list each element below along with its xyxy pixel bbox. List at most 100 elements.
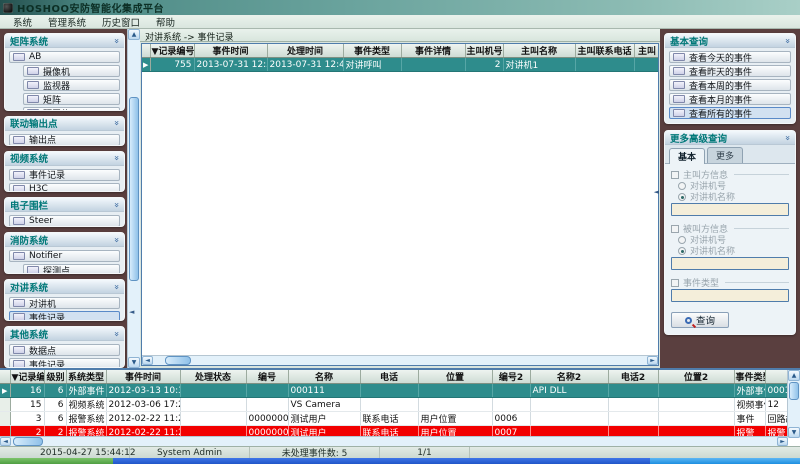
sidebar-item[interactable]: 预置位 — [23, 107, 120, 111]
global-table-vscrollbar[interactable]: ▲ ▼ — [787, 370, 800, 438]
query-shortcut-item[interactable]: 查看所有的事件 — [669, 107, 791, 119]
callee-name-input[interactable] — [671, 257, 789, 270]
column-header[interactable]: 编号2 — [492, 370, 530, 384]
scroll-right-icon[interactable]: ► — [777, 437, 788, 446]
column-header[interactable]: 电话 — [360, 370, 418, 384]
column-header[interactable]: 主叫联系电话 — [575, 44, 634, 58]
column-header[interactable]: 位置2 — [658, 370, 734, 384]
collapse-icon[interactable]: » — [783, 135, 791, 141]
callee-name-label: 对讲机名称 — [690, 244, 735, 257]
column-header[interactable]: 级别 — [44, 370, 66, 384]
scrollbar-track[interactable] — [788, 381, 800, 427]
scrollbar-thumb[interactable] — [789, 382, 799, 400]
column-header[interactable]: 事件类型 — [343, 44, 401, 58]
panel-header[interactable]: 联动输出点» — [5, 117, 124, 131]
global-table-hscrollbar[interactable]: ◄ ► — [0, 436, 788, 446]
scroll-left-icon[interactable]: ◄ — [0, 437, 11, 446]
column-header[interactable]: 名称2 — [530, 370, 608, 384]
column-header[interactable] — [765, 370, 788, 384]
menu-item[interactable]: 管理系统 — [41, 14, 93, 30]
sidebar-item[interactable]: 矩阵 — [23, 93, 120, 105]
menu-item[interactable]: 系统 — [6, 14, 39, 30]
collapse-icon[interactable]: » — [112, 155, 120, 161]
table-row[interactable]: 156视频系统2012-03-06 17:26:34VS Camera视频事件1… — [0, 398, 788, 412]
column-header[interactable]: 名称 — [288, 370, 360, 384]
scrollbar-track[interactable] — [11, 437, 777, 446]
column-header[interactable]: 事件时间 — [106, 370, 180, 384]
table-row[interactable]: ▶166外部事件2012-03-13 10:38:04000111API DLL… — [0, 384, 788, 398]
tab-basic[interactable]: 基本 — [669, 148, 705, 164]
collapse-icon[interactable]: » — [112, 237, 120, 243]
collapse-icon[interactable]: » — [112, 120, 120, 126]
query-shortcut-item[interactable]: 查看昨天的事件 — [669, 65, 791, 77]
query-shortcut-item[interactable]: 查看本月的事件 — [669, 93, 791, 105]
sidebar-item[interactable]: Steer — [9, 215, 120, 227]
collapse-icon[interactable]: » — [112, 331, 120, 337]
scrollbar-thumb[interactable] — [129, 97, 139, 281]
panel-header[interactable]: 更多高级查询 » — [665, 131, 795, 145]
event-table-hscrollbar[interactable]: ◄ ► — [142, 355, 658, 365]
sidebar-item[interactable]: Notifier — [9, 250, 120, 262]
query-shortcut-item[interactable]: 查看今天的事件 — [669, 51, 791, 63]
query-button[interactable]: 查询 — [671, 312, 729, 328]
event-type-input[interactable] — [671, 289, 789, 302]
tab-more[interactable]: 更多 — [707, 147, 743, 163]
panel-header[interactable]: 电子围栏» — [5, 198, 124, 212]
column-header[interactable]: 主叫 — [634, 44, 659, 58]
query-panel-collapse-icon[interactable]: ◄ — [654, 189, 659, 196]
column-header[interactable]: 事件详情 — [401, 44, 465, 58]
sidebar-item[interactable]: 事件记录 — [9, 169, 120, 181]
caller-name-input[interactable] — [671, 203, 789, 216]
scroll-left-icon[interactable]: ◄ — [142, 356, 153, 365]
magnifier-icon — [685, 317, 692, 324]
collapse-icon[interactable]: » — [112, 284, 120, 290]
sidebar-item[interactable]: 输出点 — [9, 134, 120, 146]
sidebar-item[interactable]: 摄像机 — [23, 65, 120, 77]
panel-header[interactable]: 其他系统» — [5, 327, 124, 341]
scrollbar-track[interactable] — [153, 356, 647, 365]
sidebar-item[interactable]: H3C — [9, 183, 120, 193]
menu-item[interactable]: 历史窗口 — [95, 14, 147, 30]
sidebar-item[interactable]: 对讲机 — [9, 297, 120, 309]
table-row[interactable]: ▶7552013-07-31 12:39:132013-07-31 12:42:… — [142, 58, 659, 72]
column-header[interactable]: 编号 — [246, 370, 288, 384]
column-header[interactable]: 系统类型 — [66, 370, 106, 384]
panel-header[interactable]: 视频系统» — [5, 152, 124, 166]
panel-header[interactable]: 基本查询 » — [665, 34, 795, 48]
collapse-icon[interactable]: » — [112, 38, 120, 44]
sidebar-scrollbar[interactable]: ▲ ▼ — [127, 29, 140, 368]
panel-header[interactable]: 消防系统» — [5, 233, 124, 247]
sidebar-collapse-icon[interactable]: ◄ — [129, 309, 134, 316]
scrollbar-thumb[interactable] — [13, 437, 43, 446]
column-header[interactable]: 处理状态 — [180, 370, 246, 384]
menu-item[interactable]: 帮助 — [149, 14, 182, 30]
column-header[interactable]: 电话2 — [608, 370, 658, 384]
sidebar-item[interactable]: 事件记录 — [9, 358, 120, 368]
scroll-down-icon[interactable]: ▼ — [128, 357, 140, 368]
sidebar-item[interactable]: 事件记录 — [9, 311, 120, 321]
query-shortcut-item[interactable]: 查看本周的事件 — [669, 79, 791, 91]
column-header[interactable]: ▼记录编号 — [150, 44, 194, 58]
column-header[interactable]: 位置 — [418, 370, 492, 384]
column-header[interactable]: 事件时间 — [194, 44, 267, 58]
scroll-up-icon[interactable]: ▲ — [788, 370, 800, 381]
scrollbar-thumb[interactable] — [165, 356, 191, 365]
column-header[interactable]: ▼记录编号 — [10, 370, 44, 384]
collapse-icon[interactable]: » — [783, 38, 791, 44]
column-header[interactable]: 处理时间 — [267, 44, 343, 58]
sidebar-item[interactable]: AB — [9, 51, 120, 63]
column-header[interactable]: 主叫机号 — [465, 44, 503, 58]
item-label: Steer — [29, 216, 53, 226]
sidebar-item[interactable]: 探测点 — [23, 264, 120, 274]
panel-header[interactable]: 矩阵系统» — [5, 34, 124, 48]
sidebar-item[interactable]: 数据点 — [9, 344, 120, 356]
scroll-right-icon[interactable]: ► — [647, 356, 658, 365]
scroll-down-icon[interactable]: ▼ — [788, 427, 800, 438]
panel-header[interactable]: 对讲系统» — [5, 280, 124, 294]
table-row[interactable]: 36报警系统2012-02-22 11:26:0200000002测试用户联系电… — [0, 412, 788, 426]
column-header[interactable]: 事件类型 — [734, 370, 765, 384]
column-header[interactable]: 主叫名称 — [503, 44, 575, 58]
collapse-icon[interactable]: » — [112, 202, 120, 208]
scroll-up-icon[interactable]: ▲ — [128, 29, 140, 40]
sidebar-item[interactable]: 监视器 — [23, 79, 120, 91]
